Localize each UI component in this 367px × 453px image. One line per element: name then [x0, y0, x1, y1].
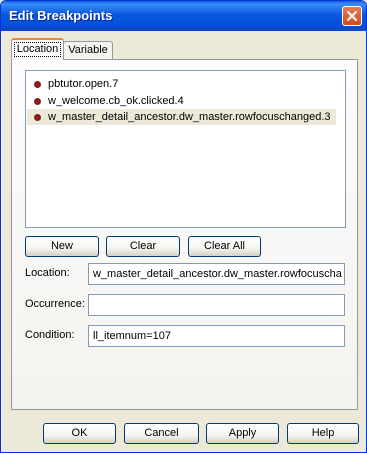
close-button[interactable]	[342, 6, 362, 26]
breakpoint-icon	[34, 98, 41, 105]
apply-button[interactable]: Apply	[206, 423, 279, 444]
ok-button-label: OK	[71, 427, 88, 439]
breakpoint-label: w_welcome.cb_ok.clicked.4	[48, 95, 184, 107]
ok-button[interactable]: OK	[43, 423, 116, 444]
clear-button-label: Clear	[129, 240, 157, 252]
breakpoint-icon	[34, 114, 41, 121]
breakpoint-label: w_master_detail_ancestor.dw_master.rowfo…	[48, 111, 331, 123]
breakpoint-item-selected[interactable]: w_master_detail_ancestor.dw_master.rowfo…	[27, 109, 336, 125]
new-button-label: New	[50, 240, 73, 252]
breakpoint-item[interactable]: pbtutor.open.7	[27, 76, 227, 92]
window-title: Edit Breakpoints	[9, 8, 113, 23]
close-icon	[347, 11, 357, 21]
tab-location[interactable]: Location	[11, 38, 64, 60]
apply-button-label: Apply	[228, 427, 257, 439]
breakpoint-list[interactable]: pbtutor.open.7 w_welcome.cb_ok.clicked.4…	[25, 70, 346, 228]
cancel-button[interactable]: Cancel	[124, 423, 199, 444]
tab-variable[interactable]: Variable	[63, 41, 113, 60]
condition-label: Condition:	[25, 329, 75, 341]
breakpoint-icon	[34, 81, 41, 88]
help-button[interactable]: Help	[287, 423, 359, 444]
tab-variable-label: Variable	[68, 44, 108, 56]
clear-button[interactable]: Clear	[106, 236, 180, 257]
tab-location-label: Location	[13, 42, 62, 57]
title-bar[interactable]: Edit Breakpoints	[1, 1, 366, 31]
occurrence-label: Occurrence:	[25, 298, 85, 310]
breakpoint-label: pbtutor.open.7	[48, 78, 119, 90]
clear-all-button-label: Clear All	[204, 240, 245, 252]
condition-field[interactable]: ll_itemnum=107	[88, 325, 345, 347]
cancel-button-label: Cancel	[144, 427, 179, 439]
edit-breakpoints-dialog: Edit Breakpoints Location Variable pbtut…	[0, 0, 367, 453]
help-button-label: Help	[311, 427, 335, 439]
clear-all-button[interactable]: Clear All	[188, 236, 261, 257]
breakpoint-item[interactable]: w_welcome.cb_ok.clicked.4	[27, 93, 227, 109]
location-field[interactable]: w_master_detail_ancestor.dw_master.rowfo…	[88, 263, 345, 285]
location-label: Location:	[25, 267, 70, 279]
new-button[interactable]: New	[25, 236, 99, 257]
occurrence-field[interactable]	[88, 294, 345, 316]
